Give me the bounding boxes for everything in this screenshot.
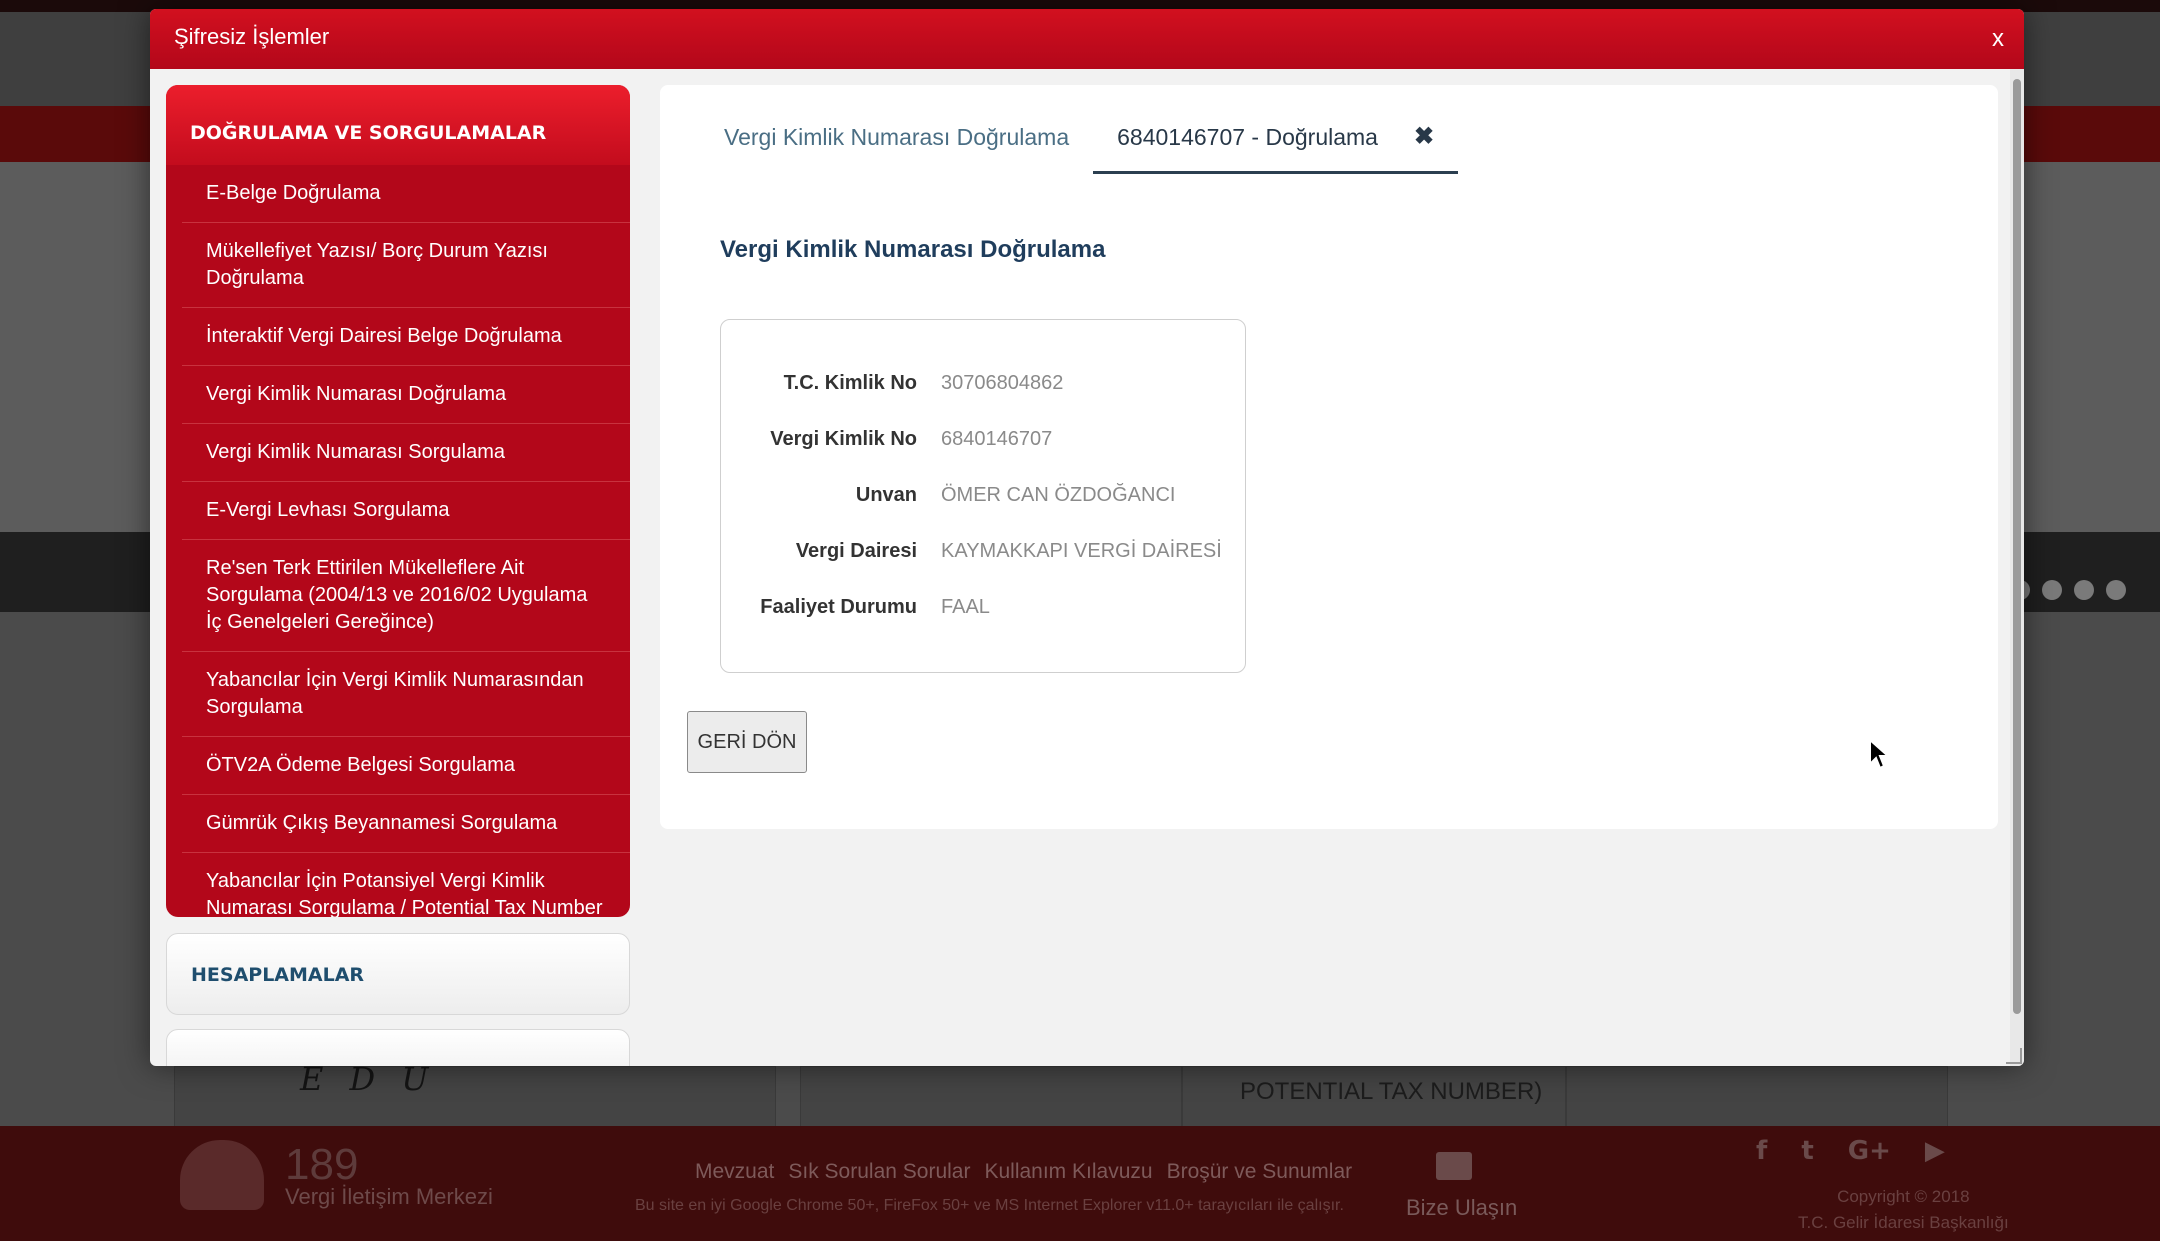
- background-card: [800, 1066, 1182, 1128]
- modal-header: Şifresiz İşlemler x: [150, 9, 2024, 69]
- footer-link[interactable]: Sık Sorulan Sorular: [788, 1160, 970, 1184]
- sidebar-group-title: HESAPLAMALAR: [191, 964, 365, 986]
- sidebar-list: E-Belge Doğrulama Mükellefiyet Yazısı/ B…: [182, 165, 630, 917]
- detail-value: 6840146707: [941, 428, 1053, 450]
- result-card: T.C. Kimlik No 30706804862 Vergi Kimlik …: [720, 319, 1246, 673]
- detail-value: ÖMER CAN ÖZDOĞANCI: [941, 484, 1176, 506]
- sidebar-item[interactable]: E-Belge Doğrulama: [182, 165, 630, 223]
- detail-key: Unvan: [855, 484, 917, 506]
- slider-dot[interactable]: [2106, 580, 2126, 600]
- sidebar-item[interactable]: ÖTV2A Ödeme Belgesi Sorgulama: [182, 737, 630, 795]
- envelope-icon[interactable]: [1436, 1152, 1472, 1180]
- copyright-line: Copyright © 2018: [1837, 1187, 1970, 1206]
- mouse-cursor-icon: [1869, 738, 1891, 770]
- resize-grip-icon[interactable]: [2006, 1048, 2022, 1064]
- tab-vkn-verification[interactable]: Vergi Kimlik Numarası Doğrulama: [700, 113, 1093, 171]
- facebook-icon[interactable]: f: [1756, 1136, 1767, 1166]
- sidebar-group-collapsed[interactable]: [166, 1029, 630, 1066]
- detail-row: Unvan ÖMER CAN ÖZDOĞANCI: [721, 484, 1245, 514]
- background-potential-text: POTENTIAL TAX NUMBER): [1240, 1078, 1543, 1105]
- footer-social: f t G+ ▶: [1756, 1136, 1945, 1166]
- copyright-line: T.C. Gelir İdaresi Başkanlığı: [1798, 1213, 2009, 1232]
- modal-dialog: Şifresiz İşlemler x DOĞRULAMA VE SORGULA…: [150, 9, 2024, 1066]
- detail-value: 30706804862: [941, 372, 1064, 394]
- sidebar-item[interactable]: Yabancılar İçin Potansiyel Vergi Kimlik …: [182, 853, 630, 917]
- sidebar-item[interactable]: Vergi Kimlik Numarası Sorgulama: [182, 424, 630, 482]
- footer-link[interactable]: Broşür ve Sunumlar: [1167, 1160, 1353, 1184]
- close-tab-icon[interactable]: ✖: [1414, 113, 1434, 171]
- sidebar-item[interactable]: Vergi Kimlik Numarası Doğrulama: [182, 366, 630, 424]
- footer-link[interactable]: Mevzuat: [695, 1160, 774, 1184]
- detail-row: Vergi Kimlik No 6840146707: [721, 428, 1245, 458]
- footer-browser-note: Bu site en iyi Google Chrome 50+, FireFo…: [635, 1197, 1344, 1214]
- sidebar-item[interactable]: Re'sen Terk Ettirilen Mükelleflere Ait S…: [182, 540, 630, 652]
- tab-label: 6840146707 - Doğrulama: [1117, 124, 1378, 150]
- back-button[interactable]: GERİ DÖN: [687, 711, 807, 773]
- twitter-icon[interactable]: t: [1801, 1136, 1813, 1166]
- modal-scrollbar[interactable]: [2010, 69, 2024, 1066]
- scrollbar-thumb[interactable]: [2013, 79, 2021, 1014]
- sidebar-group-verification: DOĞRULAMA VE SORGULAMALAR E-Belge Doğrul…: [166, 85, 630, 917]
- detail-row: Vergi Dairesi KAYMAKKAPI VERGİ DAİRESİ: [721, 540, 1245, 570]
- modal-close-button[interactable]: x: [1992, 25, 2004, 53]
- footer-contact-link[interactable]: Bize Ulaşın: [1406, 1195, 1517, 1221]
- sidebar-item[interactable]: E-Vergi Levhası Sorgulama: [182, 482, 630, 540]
- detail-key: T.C. Kimlik No: [783, 372, 917, 394]
- footer-phone-label: Vergi İletişim Merkezi: [285, 1184, 493, 1209]
- sidebar-item[interactable]: Yabancılar İçin Vergi Kimlik Numarasında…: [182, 652, 630, 737]
- detail-value: KAYMAKKAPI VERGİ DAİRESİ: [941, 540, 1222, 562]
- slider-dot[interactable]: [2042, 580, 2062, 600]
- sidebar-group-header[interactable]: DOĞRULAMA VE SORGULAMALAR: [166, 85, 630, 165]
- tab-vkn-result[interactable]: 6840146707 - Doğrulama ✖: [1093, 113, 1459, 174]
- sidebar-item[interactable]: İnteraktif Vergi Dairesi Belge Doğrulama: [182, 308, 630, 366]
- footer-links: Mevzuat Sık Sorulan Sorular Kullanım Kıl…: [695, 1160, 1352, 1184]
- sidebar-item[interactable]: Gümrük Çıkış Beyannamesi Sorgulama: [182, 795, 630, 853]
- sidebar-item[interactable]: Mükellefiyet Yazısı/ Borç Durum Yazısı D…: [182, 223, 630, 308]
- section-title: Vergi Kimlik Numarası Doğrulama: [720, 236, 1106, 263]
- footer-copyright: Copyright © 2018 T.C. Gelir İdaresi Başk…: [1798, 1184, 2009, 1236]
- slider-dot[interactable]: [2074, 580, 2094, 600]
- detail-row: Faaliyet Durumu FAAL: [721, 596, 1245, 626]
- modal-title: Şifresiz İşlemler: [174, 24, 330, 49]
- background-card: [1566, 1066, 1948, 1128]
- sidebar-group-title: DOĞRULAMA VE SORGULAMALAR: [190, 122, 547, 144]
- tab-bar: Vergi Kimlik Numarası Doğrulama 68401467…: [700, 113, 1459, 174]
- footer-link[interactable]: Kullanım Kılavuzu: [984, 1160, 1152, 1184]
- detail-key: Faaliyet Durumu: [760, 596, 917, 618]
- detail-key: Vergi Dairesi: [795, 540, 917, 562]
- detail-row: T.C. Kimlik No 30706804862: [721, 372, 1245, 402]
- footer-phone-number: 189: [285, 1140, 359, 1189]
- sidebar-group-calculations[interactable]: HESAPLAMALAR: [166, 933, 630, 1015]
- google-plus-icon[interactable]: G+: [1848, 1136, 1891, 1166]
- youtube-icon[interactable]: ▶: [1925, 1136, 1945, 1166]
- detail-key: Vergi Kimlik No: [770, 428, 917, 450]
- background-card: [174, 1066, 776, 1128]
- content-panel: Vergi Kimlik Numarası Doğrulama 68401467…: [660, 85, 1998, 829]
- detail-value: FAAL: [941, 596, 990, 618]
- call-center-icon: [180, 1140, 264, 1210]
- slider-dots: [2010, 580, 2126, 600]
